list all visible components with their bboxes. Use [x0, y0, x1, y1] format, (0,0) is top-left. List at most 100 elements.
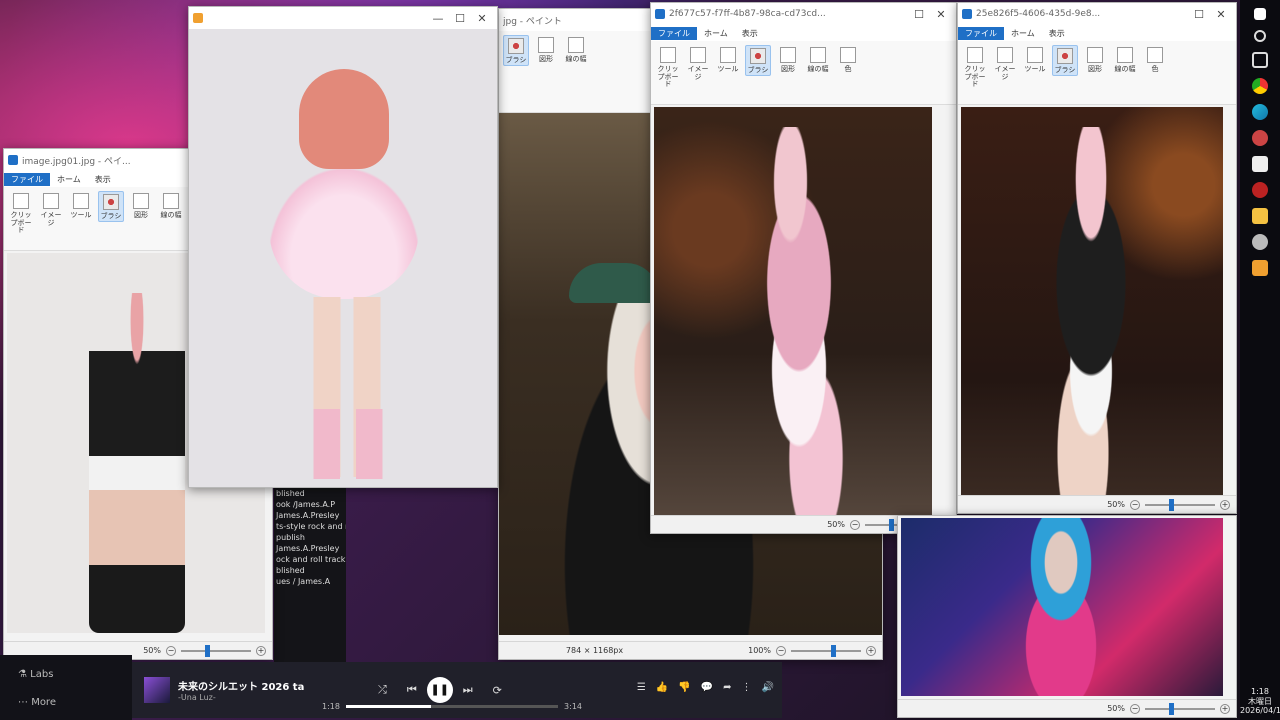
tab-file[interactable]: ファイル [4, 172, 50, 186]
shapes-tool[interactable]: 図形 [128, 191, 154, 220]
list-item[interactable]: James.A.Presley [274, 510, 346, 521]
album-art[interactable] [144, 677, 170, 703]
tools-group[interactable]: ツール [715, 45, 741, 74]
window-title: 25e826f5-4606-435d-9e8... [976, 9, 1101, 19]
tools-group[interactable]: ツール [68, 191, 94, 220]
zoom-in-button[interactable]: + [1220, 499, 1230, 510]
list-item[interactable]: James.A.Presley [274, 543, 346, 554]
titlebar[interactable]: 2f677c57-f7ff-4b87-98ca-cd73cd... ☐ ✕ [651, 3, 956, 25]
like-icon[interactable]: 👍 [656, 682, 668, 693]
paint-window-2[interactable]: — ☐ ✕ [188, 6, 498, 488]
stroke-width-tool[interactable]: 線の幅 [563, 35, 589, 64]
close-button[interactable]: ✕ [930, 8, 952, 21]
folder-icon[interactable] [1252, 208, 1268, 224]
zoom-out-button[interactable]: − [1130, 499, 1140, 510]
zoom-out-button[interactable]: − [850, 519, 860, 530]
tab-home[interactable]: ホーム [1004, 27, 1042, 40]
queue-icon[interactable]: ☰ [637, 682, 646, 693]
zoom-slider[interactable] [791, 644, 861, 657]
maximize-button[interactable]: ☐ [908, 8, 930, 21]
chrome-icon[interactable] [1252, 78, 1268, 94]
track-artist[interactable]: -Una Luz- [178, 693, 328, 702]
volume-icon[interactable]: 🔊 [762, 682, 774, 693]
shapes-tool[interactable]: 図形 [533, 35, 559, 64]
previous-icon[interactable]: ⏮ [407, 683, 417, 697]
zoom-slider[interactable] [1145, 702, 1215, 715]
maximize-button[interactable]: ☐ [1188, 8, 1210, 21]
zoom-out-button[interactable]: − [1130, 703, 1140, 714]
tab-home[interactable]: ホーム [697, 27, 735, 40]
list-item[interactable]: ook /James.A.P [274, 499, 346, 510]
list-item[interactable]: ues / James.A [274, 576, 346, 587]
file-icon[interactable] [1252, 156, 1268, 172]
zoom-out-button[interactable]: − [166, 645, 176, 656]
zoom-in-button[interactable]: + [866, 645, 876, 656]
share-icon[interactable]: ➦ [723, 682, 731, 693]
system-clock[interactable]: 1:18 木曜日 2026/04/16 [1240, 687, 1280, 716]
titlebar[interactable]: — ☐ ✕ [189, 7, 497, 29]
color-tool[interactable]: 色 [1142, 45, 1168, 74]
tab-view[interactable]: 表示 [1042, 27, 1072, 40]
stroke-width-tool[interactable]: 線の幅 [805, 45, 831, 74]
zoom-out-button[interactable]: − [776, 645, 786, 656]
app-icon[interactable] [1252, 130, 1268, 146]
clipboard-group[interactable]: クリップボード [962, 45, 988, 89]
pause-button[interactable]: ❚❚ [426, 677, 453, 703]
brush-tool[interactable]: ブラシ [98, 191, 124, 222]
paint-window-5[interactable]: 25e826f5-4606-435d-9e8... ☐ ✕ ファイル ホーム 表… [957, 2, 1237, 514]
list-item[interactable]: blished [274, 488, 346, 499]
tab-file[interactable]: ファイル [651, 26, 697, 40]
search-icon[interactable] [1254, 30, 1266, 42]
titlebar[interactable]: 25e826f5-4606-435d-9e8... ☐ ✕ [958, 3, 1236, 25]
zoom-slider[interactable] [1145, 498, 1215, 511]
list-item[interactable]: ts-style rock and roll [274, 521, 346, 532]
image-group[interactable]: イメージ [992, 45, 1018, 81]
dislike-icon[interactable]: 👎 [678, 682, 690, 693]
list-item[interactable]: publish [274, 532, 346, 543]
stroke-width-tool[interactable]: 線の幅 [158, 191, 184, 220]
close-button[interactable]: ✕ [1210, 8, 1232, 21]
brush-tool[interactable]: ブラシ [503, 35, 529, 66]
tab-view[interactable]: 表示 [735, 27, 765, 40]
more-icon: ⋯ [18, 697, 32, 708]
zoom-in-button[interactable]: + [1220, 703, 1230, 714]
zoom-in-button[interactable]: + [256, 645, 266, 656]
shuffle-icon[interactable]: ⤮ [378, 683, 387, 697]
clipboard-group[interactable]: クリップボード [8, 191, 34, 235]
list-item[interactable]: blished [274, 565, 346, 576]
track-title[interactable]: 未来のシルエット 2026 ta [178, 678, 328, 693]
tab-view[interactable]: 表示 [88, 173, 118, 186]
paint-window-6[interactable]: 50% − + [897, 515, 1237, 718]
shapes-tool[interactable]: 図形 [775, 45, 801, 74]
brush-tool[interactable]: ブラシ [745, 45, 771, 76]
list-item[interactable]: ock and roll track with [274, 554, 346, 565]
color-tool[interactable]: 色 [835, 45, 861, 74]
tab-home[interactable]: ホーム [50, 173, 88, 186]
task-view-icon[interactable] [1252, 52, 1268, 68]
close-button[interactable]: ✕ [471, 12, 493, 25]
paint-app-icon[interactable] [1252, 260, 1268, 276]
image-group[interactable]: イメージ [685, 45, 711, 81]
sidebar-item-labs[interactable]: ⚗ Labs [18, 661, 132, 689]
more-icon[interactable]: ⋮ [742, 682, 752, 693]
comment-icon[interactable]: 💬 [701, 682, 713, 693]
stroke-width-tool[interactable]: 線の幅 [1112, 45, 1138, 74]
shapes-tool[interactable]: 図形 [1082, 45, 1108, 74]
paint-window-4[interactable]: 2f677c57-f7ff-4b87-98ca-cd73cd... ☐ ✕ ファ… [650, 2, 957, 534]
windows-start-icon[interactable] [1254, 8, 1266, 20]
tools-group[interactable]: ツール [1022, 45, 1048, 74]
progress-bar[interactable] [345, 705, 559, 708]
image-group[interactable]: イメージ [38, 191, 64, 227]
repeat-icon[interactable]: ⟳ [493, 684, 502, 697]
tool-icon[interactable] [1252, 182, 1268, 198]
edge-icon[interactable] [1252, 104, 1268, 120]
tab-file[interactable]: ファイル [958, 26, 1004, 40]
brush-tool[interactable]: ブラシ [1052, 45, 1078, 76]
sidebar-item-more[interactable]: ⋯ More [18, 689, 132, 717]
settings-icon[interactable] [1252, 234, 1268, 250]
next-icon[interactable]: ⏭ [463, 683, 473, 697]
maximize-button[interactable]: ☐ [449, 12, 471, 25]
minimize-button[interactable]: — [427, 12, 449, 25]
zoom-slider[interactable] [181, 644, 251, 657]
clipboard-group[interactable]: クリップボード [655, 45, 681, 89]
